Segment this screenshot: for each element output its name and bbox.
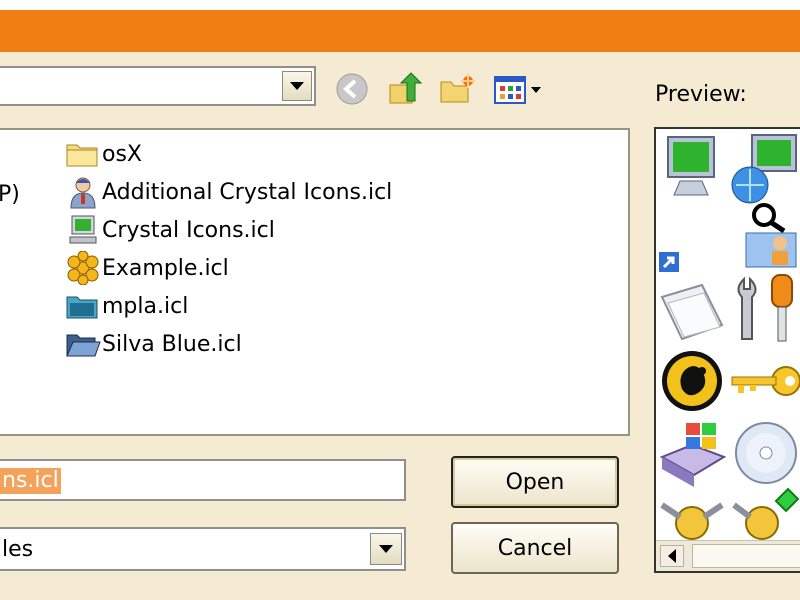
preview-horizontal-scrollbar[interactable] <box>656 540 800 571</box>
monitor-icon <box>667 136 715 196</box>
gnome-foot-icon <box>662 351 722 411</box>
cancel-button[interactable]: Cancel <box>451 522 619 574</box>
file-name: osX <box>102 141 142 167</box>
chevron-down-icon <box>290 82 304 90</box>
up-folder-icon <box>389 72 423 104</box>
look-in-combo[interactable] <box>0 66 316 106</box>
scroll-thumb[interactable] <box>692 544 800 568</box>
look-in-dropdown-button[interactable] <box>282 71 312 101</box>
file-name: mpla.icl <box>102 293 189 319</box>
chevron-left-icon <box>668 549 676 563</box>
new-folder-icon <box>440 74 475 103</box>
tools-icon <box>737 274 793 342</box>
user-icon <box>64 175 102 209</box>
mpla-folder-icon <box>64 289 102 323</box>
open-folder-icon <box>64 327 102 361</box>
file-name: Example.icl <box>102 255 229 281</box>
list-item[interactable]: Example.icl <box>64 250 229 286</box>
list-item[interactable]: mpla.icl <box>64 288 188 324</box>
chevron-down-icon <box>379 545 393 553</box>
cd-icon <box>735 422 797 484</box>
file-name-selected-text: ns.icl <box>0 468 61 494</box>
network-computer-icon <box>731 134 797 204</box>
file-name-field[interactable]: ns.icl <box>0 459 406 501</box>
file-name: Crystal Icons.icl <box>102 217 275 243</box>
list-item[interactable]: Crystal Icons.icl <box>64 212 275 248</box>
back-button[interactable] <box>333 70 371 108</box>
file-type-combo[interactable]: les <box>0 527 406 571</box>
list-item[interactable]: Silva Blue.icl <box>64 326 242 362</box>
up-folder-button[interactable] <box>386 70 424 108</box>
scroll-left-button[interactable] <box>660 545 684 567</box>
file-list[interactable]: P) osX Additional Crystal Icons.icl Crys… <box>0 128 630 436</box>
folder-icon <box>64 137 102 171</box>
title-bar <box>0 0 800 52</box>
preview-label: Preview: <box>655 82 747 107</box>
shortcut-arrow-icon <box>658 251 680 273</box>
key-icon <box>731 366 800 396</box>
honeycomb-icon <box>64 251 102 285</box>
preview-panel <box>654 127 800 573</box>
file-type-value: les <box>2 537 34 562</box>
title-bar-fill <box>0 10 800 52</box>
file-name: Additional Crystal Icons.icl <box>102 179 393 205</box>
open-button[interactable]: Open <box>451 456 619 508</box>
documents-icon <box>660 283 724 341</box>
view-menu-button[interactable] <box>492 70 548 108</box>
file-name: Silva Blue.icl <box>102 331 242 357</box>
list-item[interactable]: Additional Crystal Icons.icl <box>64 174 392 210</box>
windows-drive-icon <box>659 423 727 487</box>
list-item[interactable]: osX <box>64 136 142 172</box>
truncated-item-text: P) <box>0 182 20 207</box>
view-menu-icon <box>494 76 541 104</box>
new-folder-button[interactable] <box>438 70 476 108</box>
file-type-dropdown-button[interactable] <box>370 533 402 565</box>
computer-icon <box>64 213 102 247</box>
back-icon <box>336 73 368 105</box>
user-connect-icon <box>660 502 724 540</box>
user-add-icon <box>732 487 800 540</box>
user-settings-icon <box>745 203 797 268</box>
